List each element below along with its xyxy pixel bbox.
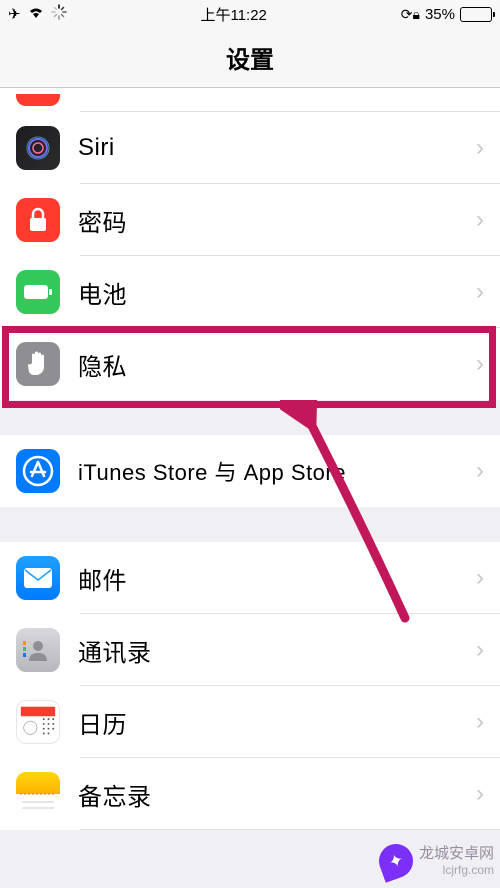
chevron-right-icon: ›	[476, 134, 484, 162]
row-label: Siri	[78, 134, 476, 162]
orientation-lock-icon: ⟳🔒︎	[401, 6, 420, 23]
status-time: 上午11:22	[200, 4, 266, 25]
row-label: 备忘录	[78, 777, 476, 812]
siri-icon	[16, 126, 60, 170]
settings-row-password[interactable]: 密码 ›	[0, 184, 500, 256]
settings-list[interactable]: Siri › 密码 › 电池 › 隐私 ›	[0, 88, 500, 830]
settings-row-privacy[interactable]: 隐私 ›	[0, 328, 500, 400]
settings-row-itunes[interactable]: iTunes Store 与 App Store ›	[0, 435, 500, 507]
navigation-bar: 设置	[0, 28, 500, 88]
settings-row-contacts[interactable]: 通讯录 ›	[0, 614, 500, 686]
settings-row-siri[interactable]: Siri ›	[0, 112, 500, 184]
calendar-icon	[16, 700, 60, 744]
battery-icon	[16, 270, 60, 314]
settings-row-battery[interactable]: 电池 ›	[0, 256, 500, 328]
row-label: 电池	[78, 275, 476, 310]
partial-icon	[16, 94, 60, 106]
settings-row-mail[interactable]: 邮件 ›	[0, 542, 500, 614]
chevron-right-icon: ›	[476, 636, 484, 664]
row-label: 通讯录	[78, 633, 476, 668]
row-label: iTunes Store 与 App Store	[78, 455, 476, 487]
chevron-right-icon: ›	[476, 350, 484, 378]
hand-icon	[16, 342, 60, 386]
status-bar: ✈︎ 上午11:22 ⟳🔒︎ 35%	[0, 0, 500, 28]
watermark-logo-icon: ✦	[374, 839, 418, 883]
airplane-icon: ✈︎	[8, 5, 21, 23]
battery-icon	[460, 7, 492, 22]
loading-icon	[51, 4, 67, 24]
row-label: 日历	[78, 705, 476, 740]
chevron-right-icon: ›	[476, 457, 484, 485]
appstore-icon	[16, 449, 60, 493]
page-title: 设置	[226, 40, 274, 75]
contacts-icon	[16, 628, 60, 672]
wifi-icon	[27, 5, 45, 23]
row-label: 邮件	[78, 561, 476, 596]
battery-percentage: 35%	[425, 6, 455, 23]
chevron-right-icon: ›	[476, 780, 484, 808]
lock-icon	[16, 198, 60, 242]
row-label: 隐私	[78, 347, 476, 382]
watermark-url: lcjrfg.com	[419, 863, 494, 877]
row-label: 密码	[78, 203, 476, 238]
watermark-name: 龙城安卓网	[419, 845, 494, 863]
chevron-right-icon: ›	[476, 708, 484, 736]
mail-icon	[16, 556, 60, 600]
watermark: ✦ 龙城安卓网 lcjrfg.com	[379, 844, 494, 878]
chevron-right-icon: ›	[476, 206, 484, 234]
notes-icon	[16, 772, 60, 816]
chevron-right-icon: ›	[476, 564, 484, 592]
settings-group-2: iTunes Store 与 App Store ›	[0, 435, 500, 507]
settings-row-partial[interactable]	[0, 88, 500, 112]
settings-group-1: Siri › 密码 › 电池 › 隐私 ›	[0, 88, 500, 400]
chevron-right-icon: ›	[476, 278, 484, 306]
settings-group-3: 邮件 › 通讯录 › 日历 › 备忘录 ›	[0, 542, 500, 830]
settings-row-notes[interactable]: 备忘录 ›	[0, 758, 500, 830]
settings-row-calendar[interactable]: 日历 ›	[0, 686, 500, 758]
